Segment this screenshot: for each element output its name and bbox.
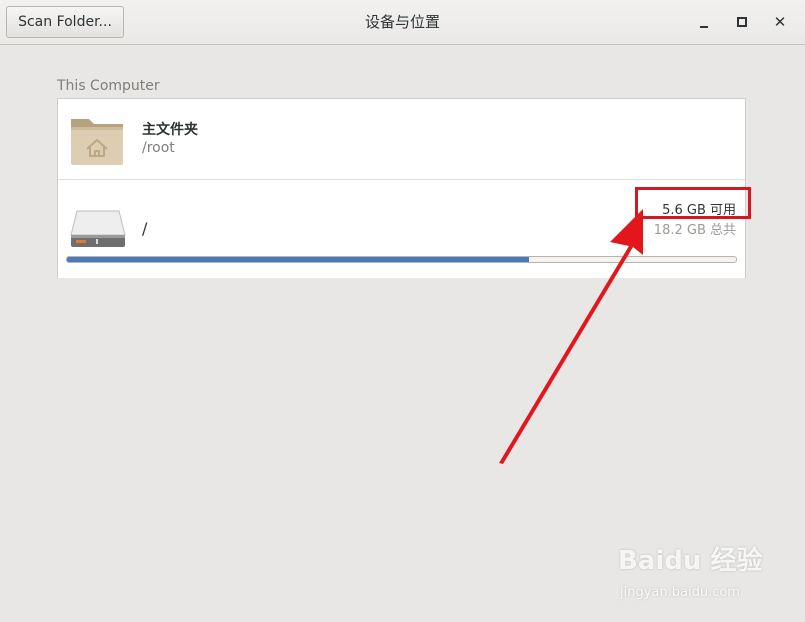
item-name: 主文件夹: [142, 122, 198, 138]
hard-drive-icon: [70, 210, 126, 247]
disk-usage-fill: [67, 257, 529, 262]
watermark-url: jingyan.baidu.com: [620, 585, 740, 600]
close-icon: ✕: [773, 13, 787, 31]
section-label: This Computer: [57, 78, 160, 94]
item-name: /: [142, 219, 148, 238]
close-button[interactable]: ✕: [770, 12, 790, 32]
minimize-icon: [700, 25, 708, 28]
total-space-label: 18.2 GB 总共: [653, 223, 736, 238]
item-path: /root: [142, 140, 175, 156]
maximize-button[interactable]: [732, 12, 752, 32]
home-folder-icon: [71, 119, 123, 165]
minimize-button[interactable]: [694, 12, 714, 32]
header-bar: Scan Folder... 设备与位置 ✕: [0, 0, 805, 45]
highlight-box: [635, 187, 751, 219]
window-title: 设备与位置: [364, 13, 440, 31]
maximize-icon: [737, 17, 747, 27]
watermark-logo: Baidu 经验: [618, 546, 763, 576]
list-item-home[interactable]: 主文件夹 /root: [58, 99, 745, 180]
disk-usage-bar: [66, 256, 737, 263]
